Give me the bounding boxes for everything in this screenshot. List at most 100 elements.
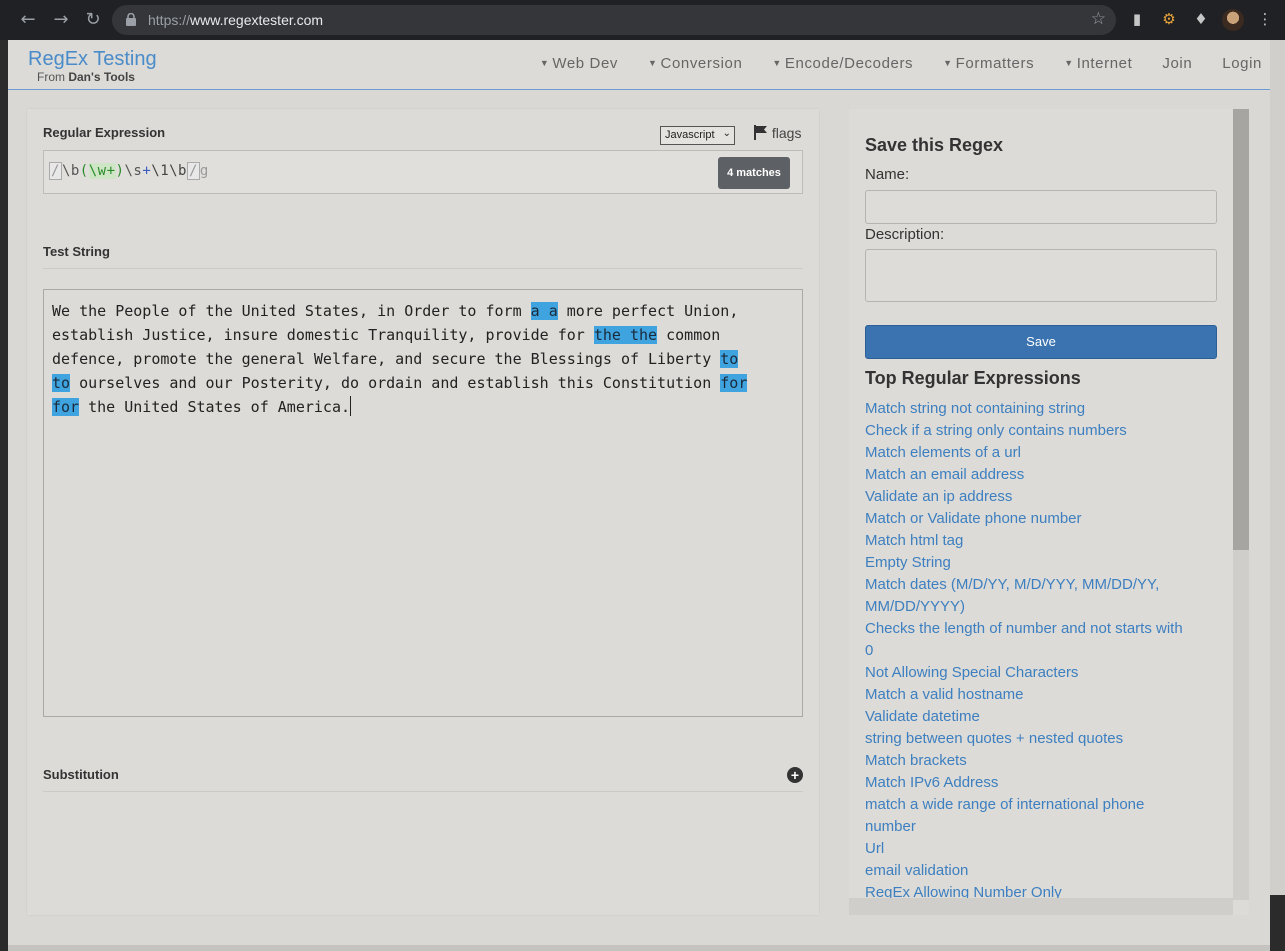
save-regex-title: Save this Regex <box>865 135 1004 155</box>
expand-substitution-plus-icon[interactable]: + <box>787 767 803 783</box>
top-regex-link[interactable]: Match elements of a url <box>865 442 1195 464</box>
test-string-input[interactable]: We the People of the United States, in O… <box>43 289 803 717</box>
divider <box>43 791 803 792</box>
test-text-segment: ourselves and our Posterity, do ordain a… <box>70 374 721 392</box>
regex-token-whitespace: \s <box>124 163 143 179</box>
url-text: https://www.regextester.com <box>148 12 324 28</box>
caret-down-icon: ▼ <box>772 58 782 68</box>
top-regex-link[interactable]: email validation <box>865 860 1195 882</box>
test-string-text: We the People of the United States, in O… <box>52 299 800 419</box>
test-text-segment: We the People of the United States, in O… <box>52 302 531 320</box>
regex-close-delimiter: / <box>186 162 200 180</box>
top-regex-link[interactable]: match a wide range of international phon… <box>865 794 1195 838</box>
top-regex-link[interactable]: Not Allowing Special Characters <box>865 662 1195 684</box>
nav-item-login[interactable]: Login <box>1222 55 1262 72</box>
regex-token-word-boundary: \b <box>61 163 80 179</box>
regex-label: Regular Expression <box>43 125 166 140</box>
flags-label: flags <box>771 125 802 141</box>
top-regex-link[interactable]: Match html tag <box>865 530 1195 552</box>
top-regex-link[interactable]: string between quotes + nested quotes <box>865 728 1195 750</box>
top-regex-link[interactable]: Empty String <box>865 552 1195 574</box>
top-regex-link[interactable]: Check if a string only contains numbers <box>865 420 1195 442</box>
office-extension-icon[interactable]: ▮ <box>1128 10 1146 28</box>
regex-token-backreference: \1\b <box>151 163 187 179</box>
top-regex-link[interactable]: Checks the length of number and not star… <box>865 618 1195 662</box>
regex-flag: g <box>199 163 209 179</box>
regex-open-delimiter: / <box>49 162 62 180</box>
nav-item-label: Web Dev <box>552 55 618 72</box>
regex-expression: / \b(\w+)\s+\1\b / g <box>49 162 209 180</box>
substitution-label: Substitution <box>43 767 119 782</box>
sidebar-panel: Save this Regex Name: Description: Save … <box>849 109 1249 915</box>
forward-arrow-icon[interactable]: → <box>49 8 73 32</box>
nav-item-label: Join <box>1162 55 1193 72</box>
regex-input[interactable]: / \b(\w+)\s+\1\b / g 4 matches <box>43 150 803 194</box>
flags-button[interactable]: flags <box>754 125 801 141</box>
match-highlight: a a <box>530 302 558 320</box>
nav-item-internet[interactable]: ▼ Internet <box>1064 55 1132 72</box>
top-regex-link[interactable]: Validate an ip address <box>865 486 1195 508</box>
caret-down-icon: ▼ <box>539 58 550 68</box>
nav-item-encode-decoders[interactable]: ▼ Encode/Decoders <box>772 55 913 72</box>
regex-group-open: ( <box>79 163 89 179</box>
regex-group-inner: \w+ <box>88 163 116 179</box>
top-regex-link[interactable]: Match dates (M/D/YY, M/D/YYY, MM/DD/YY, … <box>865 574 1195 618</box>
test-text-segment: the United States of America. <box>79 398 351 416</box>
nav-item-label: Formatters <box>955 55 1035 72</box>
test-string-label: Test String <box>43 244 110 259</box>
save-button[interactable]: Save <box>865 325 1217 359</box>
site-logo-subtitle: From Dan's Tools <box>37 70 135 84</box>
bookmark-star-icon[interactable]: ☆ <box>1091 9 1106 29</box>
match-highlight: the the <box>593 326 658 344</box>
name-field[interactable] <box>865 190 1217 224</box>
nav-item-formatters[interactable]: ▼ Formatters <box>943 55 1034 72</box>
name-label: Name: <box>865 166 910 183</box>
browser-toolbar: ← → ↻ https://www.regextester.com ☆ ▮ ⚙ … <box>0 0 1285 40</box>
site-header: RegEx Testing From Dan's Tools ▼ Web Dev ▼… <box>8 40 1270 90</box>
flag-icon <box>754 125 767 140</box>
sidebar-scrollbar-thumb[interactable] <box>1233 109 1249 550</box>
back-arrow-icon[interactable]: ← <box>16 8 40 32</box>
caret-down-icon: ▼ <box>1064 58 1074 68</box>
nav-item-join[interactable]: Join <box>1162 55 1192 72</box>
match-count-badge: 4 matches <box>718 157 790 189</box>
reload-icon[interactable]: ↻ <box>81 8 105 32</box>
top-navigation: ▼ Web Dev ▼ Conversion ▼ Encode/Decoders ▼ Form… <box>510 55 1262 72</box>
description-label: Description: <box>865 226 945 243</box>
nav-item-web-dev[interactable]: ▼ Web Dev <box>540 55 618 72</box>
profile-avatar[interactable] <box>1222 9 1244 31</box>
nav-item-label: Encode/Decoders <box>784 55 914 72</box>
text-cursor <box>350 396 352 416</box>
address-bar[interactable]: https://www.regextester.com ☆ <box>112 5 1116 35</box>
top-regex-link[interactable]: Match brackets <box>865 750 1195 772</box>
top-regex-list: Match string not containing string Check … <box>865 398 1195 904</box>
lock-icon <box>126 13 136 26</box>
regex-token-quantifier: + <box>142 163 152 179</box>
site-logo-title[interactable]: RegEx Testing <box>28 48 157 71</box>
nav-item-conversion[interactable]: ▼ Conversion <box>648 55 742 72</box>
divider <box>43 268 803 269</box>
caret-down-icon: ▼ <box>943 58 953 68</box>
page-scrollbar-thumb[interactable] <box>1270 40 1285 895</box>
description-field[interactable] <box>865 249 1217 302</box>
web-page: RegEx Testing From Dan's Tools ▼ Web Dev ▼… <box>8 40 1270 951</box>
top-regex-link[interactable]: Match an email address <box>865 464 1195 486</box>
nav-item-label: Conversion <box>660 55 743 72</box>
puzzle-extensions-icon[interactable]: ♦ <box>1192 10 1210 28</box>
top-regex-link[interactable]: Match IPv6 Address <box>865 772 1195 794</box>
top-regex-link[interactable]: Validate datetime <box>865 706 1195 728</box>
top-regex-link[interactable]: Match string not containing string <box>865 398 1195 420</box>
sidebar-horizontal-scrollbar[interactable] <box>849 898 1233 915</box>
regex-flavor-select[interactable]: Javascript ⌄ <box>660 126 735 145</box>
top-regex-title: Top Regular Expressions <box>865 368 1081 388</box>
top-regex-link[interactable]: Url <box>865 838 1195 860</box>
top-regex-link[interactable]: Match a valid hostname <box>865 684 1195 706</box>
regex-tester-panel: Regular Expression Javascript ⌄ flags / \… <box>27 109 819 915</box>
page-bottom-edge <box>8 945 1270 951</box>
kebab-menu-icon[interactable]: ⋮ <box>1256 10 1274 28</box>
sidebar-scrollbar[interactable] <box>1233 109 1249 900</box>
nav-item-label: Login <box>1222 55 1262 72</box>
top-regex-link[interactable]: Match or Validate phone number <box>865 508 1195 530</box>
cookie-extension-icon[interactable]: ⚙ <box>1160 10 1178 28</box>
chevron-down-icon: ⌄ <box>722 128 731 139</box>
